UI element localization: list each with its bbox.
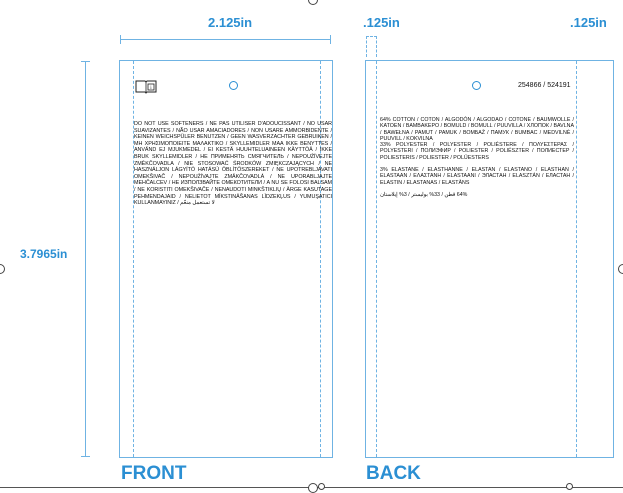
back-composition-polyester: 33% POLYESTER / POLYESTER / POLIÉSTERE /… (380, 142, 574, 161)
height-dimension-tick-top (81, 61, 90, 62)
corner-mark-back (566, 483, 573, 490)
back-label: BACK (366, 463, 421, 484)
back-bleed-line-left (376, 61, 377, 457)
back-composition-arabic: 64% قطن / 33% بوليستر / 3% إيلاستان (380, 192, 468, 198)
edge-circle-left (0, 264, 5, 274)
width-dimension-tick-right (330, 35, 331, 44)
back-code: 254866 / 524191 (518, 82, 571, 89)
width-dimension-line (120, 39, 331, 40)
back-composition-elastane: 3% ELASTANE / ELASTHANNE / ELASTAN / ELA… (380, 167, 574, 186)
front-panel: i DO NOT USE SOFTENERS / NE PAS UTILISER… (119, 60, 333, 458)
book-info-icon: i (135, 79, 157, 94)
back-bleed-line-right (576, 61, 577, 457)
front-label: FRONT (121, 463, 187, 484)
width-dimension-tick-left (120, 35, 121, 44)
corner-mark-front (318, 483, 325, 490)
back-panel: 254866 / 524191 64% COTTON / COTON / ALG… (365, 60, 614, 458)
height-dimension-line (85, 61, 86, 457)
back-composition-cotton: 64% COTTON / COTON / ALGODÓN / ALGODAO /… (380, 117, 574, 143)
width-dimension-label: 2.125in (208, 15, 253, 30)
height-dimension-label: 3.7965in (20, 247, 68, 261)
edge-circle-right (618, 264, 623, 274)
back-hang-hole (472, 81, 481, 90)
bleed-marker (366, 36, 377, 57)
front-hang-hole (229, 81, 238, 90)
bleed-left-dimension-label: .125in (363, 15, 400, 30)
edge-circle-bottom (308, 483, 318, 493)
edge-circle-top (308, 0, 318, 5)
front-care-text: DO NOT USE SOFTENERS / NE PAS UTILISER D… (134, 121, 332, 207)
bleed-right-dimension-label: .125in (570, 15, 607, 30)
height-dimension-tick-bottom (81, 456, 90, 457)
